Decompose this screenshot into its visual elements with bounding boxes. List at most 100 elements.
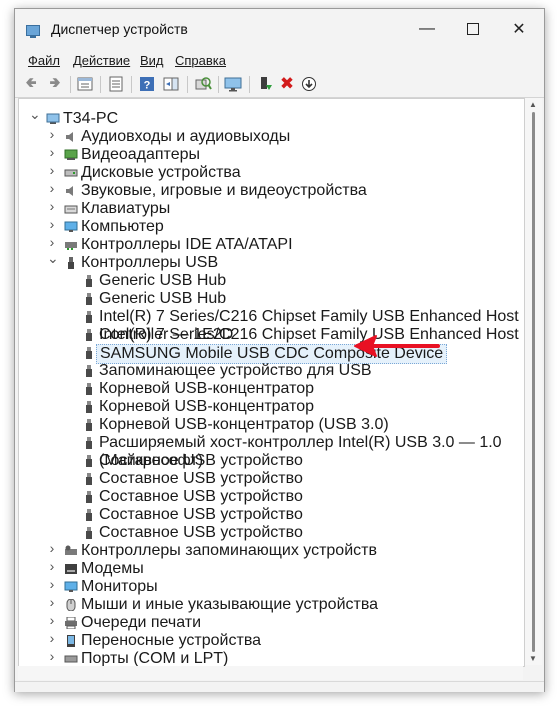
usb-device-item[interactable]: Составное USB устройство [99,452,303,470]
menu-action[interactable]: Действие [73,53,130,68]
tree-category[interactable]: Компьютер [81,218,164,236]
scroll-thumb[interactable] [532,112,535,652]
usb-device-item[interactable]: SAMSUNG Mobile USB CDC Composite Device [96,344,448,364]
svg-text:?: ? [144,80,151,92]
usb-device-item[interactable]: Generic USB Hub [99,290,226,308]
tree-category[interactable]: Мониторы [81,578,158,596]
close-button[interactable]: ✕ [496,13,542,45]
chevron-right-icon[interactable]: › [47,144,57,160]
usb-device-item[interactable]: Составное USB устройство [99,470,303,488]
usb-device-icon [82,436,96,449]
tree-category[interactable]: Мыши и иные указывающие устройства [81,596,378,614]
usb-device-item[interactable]: Составное USB устройство [99,524,303,542]
chevron-right-icon[interactable]: › [47,198,57,214]
tree-category[interactable]: Контроллеры запоминающих устройств [81,542,377,560]
tree-category[interactable]: Аудиовходы и аудиовыходы [81,128,290,146]
chevron-down-icon[interactable]: ⌄ [29,106,41,123]
device-manager-window: Диспетчер устройств — ✕ Файл Действие Ви… [14,8,545,692]
menu-file[interactable]: Файл [28,53,60,68]
vertical-scrollbar[interactable]: ▲ ▼ [525,98,542,665]
chevron-right-icon[interactable]: › [47,558,57,574]
tree-category[interactable]: Звуковые, игровые и видеоустройства [81,182,367,200]
update-driver-icon[interactable] [255,74,275,94]
chevron-right-icon[interactable]: › [47,630,57,646]
toolbar-separator [100,76,101,93]
chevron-right-icon[interactable]: › [47,234,57,250]
tree-category[interactable]: Очереди печати [81,614,201,632]
toolbar-separator [218,76,219,93]
usb-device-icon [82,292,96,305]
chevron-down-icon[interactable]: ⌄ [47,250,59,267]
usb-device-icon [82,490,96,503]
toolbar-separator [70,76,71,93]
usb-device-item[interactable]: Корневой USB-концентратор [99,380,314,398]
menu-help[interactable]: Справка [175,53,226,68]
tree-category[interactable]: Дисковые устройства [81,164,241,182]
usb-device-icon [82,364,96,377]
monitor-icon [64,580,78,592]
maximize-button[interactable] [450,13,496,45]
device-manager-icon [26,25,40,38]
usb-device-icon [82,328,96,341]
chevron-right-icon[interactable]: › [47,126,57,142]
ide-controller-icon [64,238,78,250]
scan-hardware-icon[interactable] [193,74,213,94]
speaker-icon [64,130,78,142]
chevron-right-icon[interactable]: › [47,180,57,196]
device-list-icon[interactable] [106,74,126,94]
computer-root-icon [46,112,60,124]
usb-device-item[interactable]: Корневой USB-концентратор [99,398,314,416]
usb-device-icon [82,382,96,395]
usb-device-item[interactable]: Корневой USB-концентратор (USB 3.0) [99,416,389,434]
speaker-icon [64,184,78,196]
tree-category[interactable]: Модемы [81,560,144,578]
usb-device-icon [82,526,96,539]
properties-sheet-icon[interactable] [75,74,95,94]
tree-category[interactable]: Переносные устройства [81,632,261,650]
usb-device-icon [82,454,96,467]
chevron-right-icon[interactable]: › [47,612,57,628]
usb-device-icon [82,310,96,323]
chevron-right-icon[interactable]: › [47,648,57,664]
tree-category-usb[interactable]: Контроллеры USB [81,254,218,272]
monitor-icon[interactable] [223,74,243,94]
usb-device-icon [82,274,96,287]
tree-category[interactable]: Клавиатуры [81,200,170,218]
tree-category[interactable]: Порты (COM и LPT) [81,650,228,666]
chevron-right-icon[interactable]: › [47,162,57,178]
tree-root[interactable]: T34-PC [63,110,118,128]
chevron-right-icon[interactable]: › [47,576,57,592]
usb-device-item[interactable]: Запоминающее устройство для USB [99,362,372,380]
horizontal-scrollbar[interactable] [18,666,523,680]
title-bar[interactable]: Диспетчер устройств — ✕ [15,9,544,49]
toolbar-separator [249,76,250,93]
usb-device-item[interactable]: Составное USB устройство [99,488,303,506]
chevron-right-icon[interactable]: › [47,216,57,232]
computer-icon [64,220,78,232]
usb-device-item[interactable]: Generic USB Hub [99,272,226,290]
menu-bar: Файл Действие Вид Справка [15,49,544,71]
scroll-down-icon[interactable]: ▼ [529,654,537,663]
toolbar-separator [131,76,132,93]
usb-device-icon [82,508,96,521]
action-panel-icon[interactable] [161,74,181,94]
back-icon[interactable]: 🢀 [21,74,41,94]
storage-controller-icon [64,544,78,556]
chevron-right-icon[interactable]: › [47,540,57,556]
disable-icon[interactable] [299,74,319,94]
usb-device-icon [82,400,96,413]
uninstall-icon[interactable]: ✖ [277,74,297,94]
device-tree[interactable]: ⌄ T34-PC › Аудиовходы и аудиовыходы › Видеоад… [18,98,525,667]
minimize-button[interactable]: — [404,13,450,45]
help-icon[interactable]: ? [137,74,157,94]
tree-category[interactable]: Контроллеры IDE ATA/ATAPI [81,236,293,254]
tree-category[interactable]: Видеоадаптеры [81,146,200,164]
scroll-up-icon[interactable]: ▲ [529,100,537,109]
forward-icon[interactable]: 🢂 [45,74,65,94]
usb-device-item[interactable]: Составное USB устройство [99,506,303,524]
keyboard-icon [64,202,78,214]
chevron-right-icon[interactable]: › [47,594,57,610]
portable-device-icon [64,634,78,647]
menu-view[interactable]: Вид [140,53,164,68]
port-icon [64,652,78,664]
